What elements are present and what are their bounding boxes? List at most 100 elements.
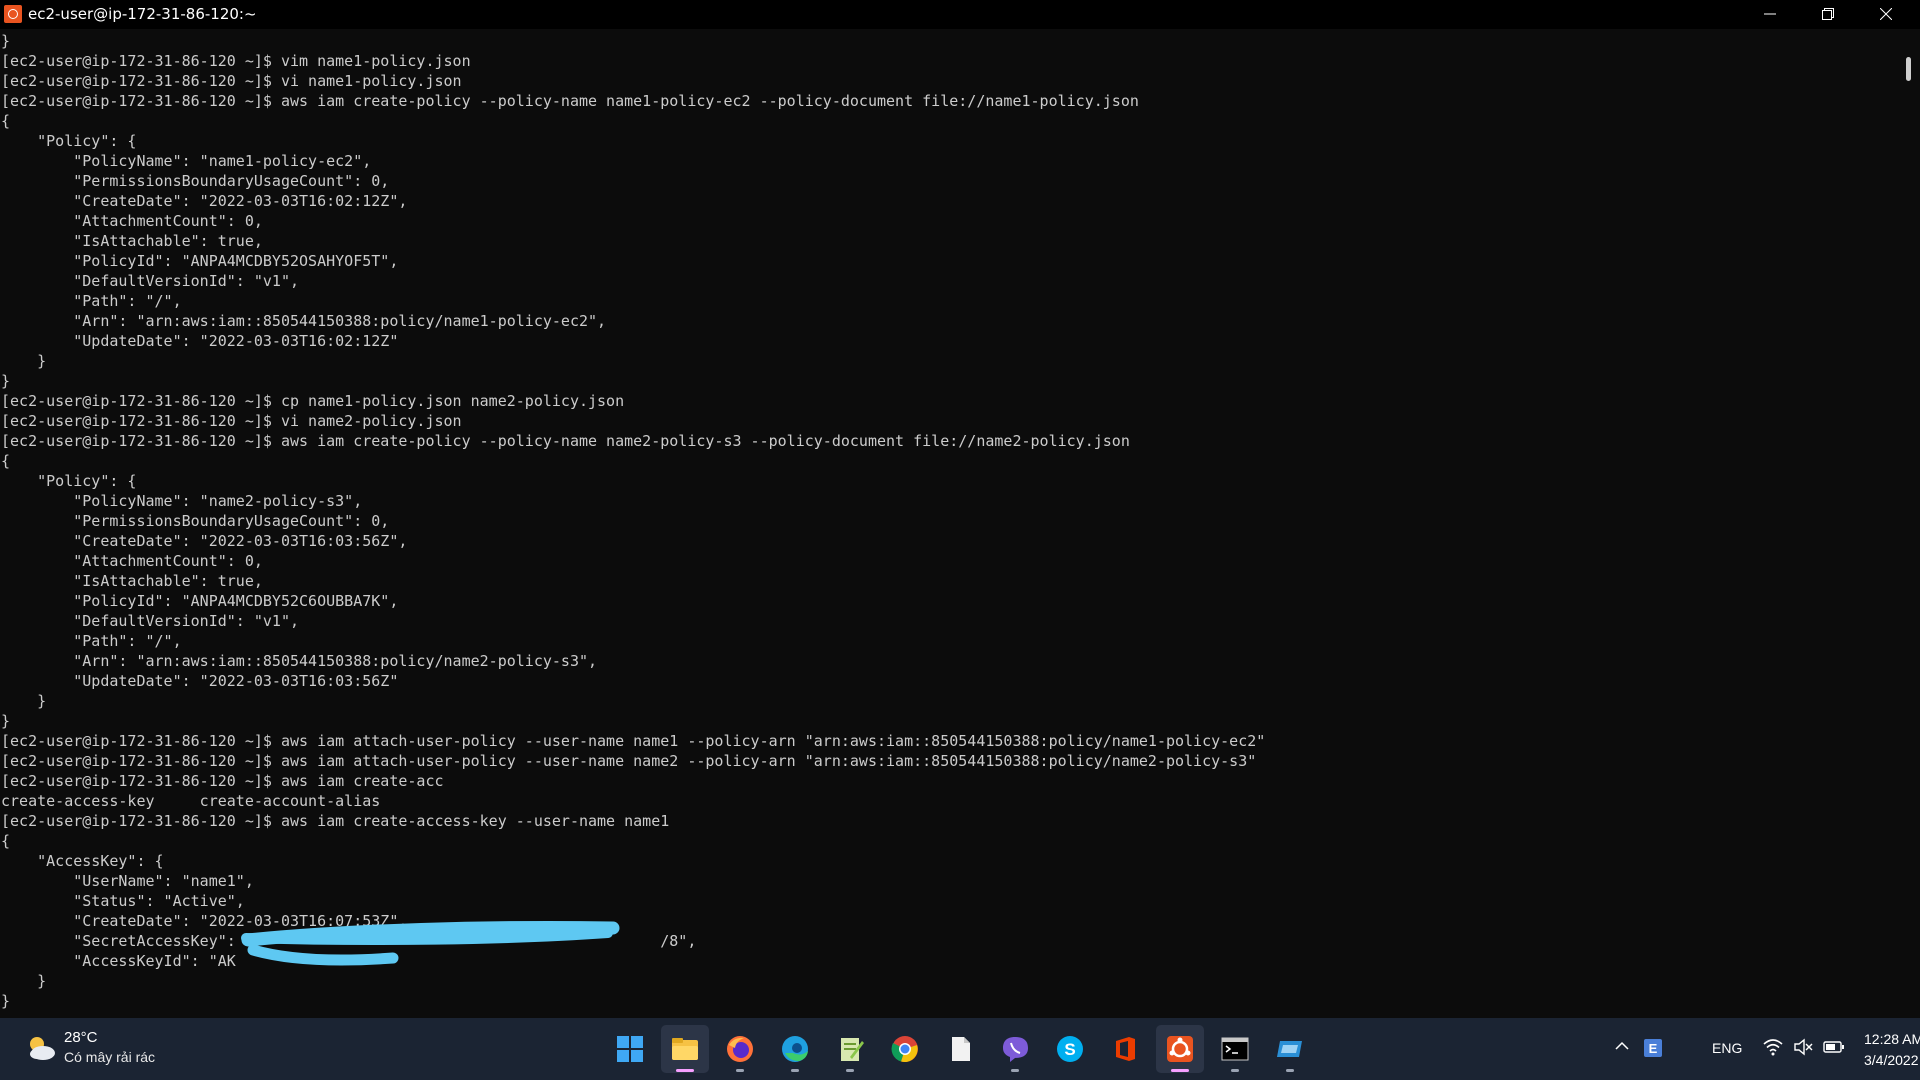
- chrome-icon: [891, 1036, 918, 1063]
- svg-text:S: S: [1064, 1040, 1075, 1059]
- terminal-line: "Path": "/",: [1, 292, 182, 310]
- terminal-scrollbar[interactable]: [1898, 29, 1920, 1018]
- taskbar: 28°C Có mây rải rác S E ENG 12:28 AM 3/4…: [0, 1018, 1920, 1080]
- taskbar-command-prompt[interactable]: [1211, 1025, 1259, 1073]
- battery-charging-icon[interactable]: [1823, 1038, 1845, 1056]
- input-method-icon[interactable]: E: [1643, 1038, 1663, 1058]
- terminal-line: }: [1, 712, 11, 730]
- terminal-line: "PolicyName": "name1-policy-ec2",: [1, 152, 372, 170]
- terminal-line: "DefaultVersionId": "v1",: [1, 272, 300, 290]
- window-title: ec2-user@ip-172-31-86-120:~: [28, 5, 257, 23]
- weather-widget[interactable]: 28°C Có mây rải rác: [20, 1027, 180, 1071]
- taskbar-remote-desktop[interactable]: [1266, 1025, 1314, 1073]
- taskbar-file-explorer[interactable]: [661, 1025, 709, 1073]
- wifi-icon[interactable]: [1763, 1038, 1783, 1056]
- taskbar-firefox[interactable]: [716, 1025, 764, 1073]
- terminal-line: }: [1, 992, 11, 1010]
- terminal-line: "Policy": {: [1, 472, 137, 490]
- taskbar-viber[interactable]: [991, 1025, 1039, 1073]
- terminal-line: "PolicyId": "ANPA4MCDBY52OSAHYOF5T",: [1, 252, 399, 270]
- terminal-line: "PermissionsBoundaryUsageCount": 0,: [1, 512, 390, 530]
- terminal-line: [ec2-user@ip-172-31-86-120 ~]$ aws iam a…: [1, 732, 1266, 750]
- minimize-icon: [1764, 13, 1776, 15]
- close-icon: [1880, 8, 1892, 20]
- terminal-line: "Status": "Active",: [1, 892, 245, 910]
- running-indicator: [1231, 1069, 1239, 1072]
- partly-cloudy-icon: [30, 1037, 55, 1060]
- skype-icon: S: [1057, 1036, 1083, 1062]
- taskbar-chrome[interactable]: [881, 1025, 929, 1073]
- terminal-line: "Arn": "arn:aws:iam::850544150388:policy…: [1, 312, 607, 330]
- terminal-line: [ec2-user@ip-172-31-86-120 ~]$ vim name1…: [1, 52, 471, 70]
- terminal-line: }: [1, 352, 47, 370]
- terminal-line: "IsAttachable": true,: [1, 572, 263, 590]
- running-indicator: [676, 1069, 694, 1072]
- clock-date[interactable]: 3/4/2022: [1864, 1052, 1919, 1068]
- running-indicator: [1171, 1069, 1189, 1072]
- terminal-line: "AccessKey": {: [1, 852, 164, 870]
- terminal-line: [ec2-user@ip-172-31-86-120 ~]$ aws iam a…: [1, 752, 1257, 770]
- command-prompt-icon: [1221, 1037, 1249, 1061]
- terminal-line: }: [1, 692, 47, 710]
- running-indicator: [846, 1069, 854, 1072]
- redaction-scribble: [241, 921, 620, 966]
- svg-text:E: E: [1649, 1041, 1658, 1056]
- taskbar-ubuntu[interactable]: [1156, 1025, 1204, 1073]
- running-indicator: [736, 1069, 744, 1072]
- terminal-line: "AttachmentCount": 0,: [1, 212, 263, 230]
- running-indicator: [791, 1069, 799, 1072]
- terminal-output[interactable]: } [ec2-user@ip-172-31-86-120 ~]$ vim name…: [0, 29, 1898, 1018]
- terminal-line: "CreateDate": "2022-03-03T16:03:56Z",: [1, 532, 408, 550]
- speaker-muted-icon[interactable]: [1793, 1038, 1813, 1056]
- taskbar-office[interactable]: [1101, 1025, 1149, 1073]
- terminal-line: "Policy": {: [1, 132, 137, 150]
- maximize-icon: [1822, 8, 1834, 20]
- running-indicator: [1011, 1069, 1019, 1072]
- remote-desktop-icon: [1277, 1041, 1302, 1057]
- maximize-button[interactable]: [1799, 0, 1857, 29]
- notepad-plus-plus-icon: [841, 1038, 864, 1061]
- terminal-line: {: [1, 832, 11, 850]
- terminal-line: "AttachmentCount": 0,: [1, 552, 263, 570]
- window-titlebar[interactable]: ec2-user@ip-172-31-86-120:~: [0, 0, 1920, 29]
- start-button[interactable]: [606, 1025, 654, 1073]
- viber-icon: [1003, 1037, 1028, 1062]
- clock-time[interactable]: 12:28 AM: [1864, 1031, 1920, 1047]
- terminal-line: }: [1, 372, 11, 390]
- terminal-line: "CreateDate": "2022-03-03T16:02:12Z",: [1, 192, 408, 210]
- terminal-line: [ec2-user@ip-172-31-86-120 ~]$ aws iam c…: [1, 812, 670, 830]
- language-indicator[interactable]: ENG: [1712, 1040, 1742, 1056]
- taskbar-skype[interactable]: S: [1046, 1025, 1094, 1073]
- ubuntu-icon: [1167, 1036, 1193, 1062]
- terminal-line: "PolicyName": "name2-policy-s3",: [1, 492, 363, 510]
- terminal-line: "IsAttachable": true,: [1, 232, 263, 250]
- terminal-lines: } [ec2-user@ip-172-31-86-120 ~]$ vim name…: [1, 31, 1265, 1011]
- terminal-line: [ec2-user@ip-172-31-86-120 ~]$ aws iam c…: [1, 432, 1130, 450]
- terminal-line: [ec2-user@ip-172-31-86-120 ~]$ aws iam c…: [1, 92, 1139, 110]
- terminal-line: "PermissionsBoundaryUsageCount": 0,: [1, 172, 390, 190]
- terminal-line: {: [1, 452, 11, 470]
- taskbar-notepad-plus-plus[interactable]: [826, 1025, 874, 1073]
- edge-icon: [782, 1036, 808, 1062]
- terminal-line: [ec2-user@ip-172-31-86-120 ~]$ cp name1-…: [1, 392, 625, 410]
- close-button[interactable]: [1857, 0, 1915, 29]
- taskbar-file[interactable]: [936, 1025, 984, 1073]
- weather-temperature: 28°C: [64, 1029, 98, 1046]
- terminal-line: "UserName": "name1",: [1, 872, 254, 890]
- file-icon: [952, 1037, 970, 1061]
- terminal-line: "UpdateDate": "2022-03-03T16:02:12Z": [1, 332, 399, 350]
- terminal-line: "Arn": "arn:aws:iam::850544150388:policy…: [1, 652, 598, 670]
- ubuntu-icon: [4, 5, 22, 23]
- firefox-icon: [727, 1036, 753, 1062]
- terminal-line: [ec2-user@ip-172-31-86-120 ~]$ aws iam c…: [1, 772, 444, 790]
- terminal-line: "Path": "/",: [1, 632, 182, 650]
- windows-start-icon: [617, 1036, 643, 1062]
- terminal-line: [ec2-user@ip-172-31-86-120 ~]$ vi name2-…: [1, 412, 462, 430]
- minimize-button[interactable]: [1741, 0, 1799, 29]
- terminal-line: {: [1, 112, 11, 130]
- weather-description: Có mây rải rác: [64, 1049, 156, 1065]
- taskbar-edge[interactable]: [771, 1025, 819, 1073]
- chevron-up-icon[interactable]: [1614, 1038, 1630, 1054]
- scrollbar-thumb[interactable]: [1906, 57, 1911, 81]
- terminal-line: "UpdateDate": "2022-03-03T16:03:56Z": [1, 672, 399, 690]
